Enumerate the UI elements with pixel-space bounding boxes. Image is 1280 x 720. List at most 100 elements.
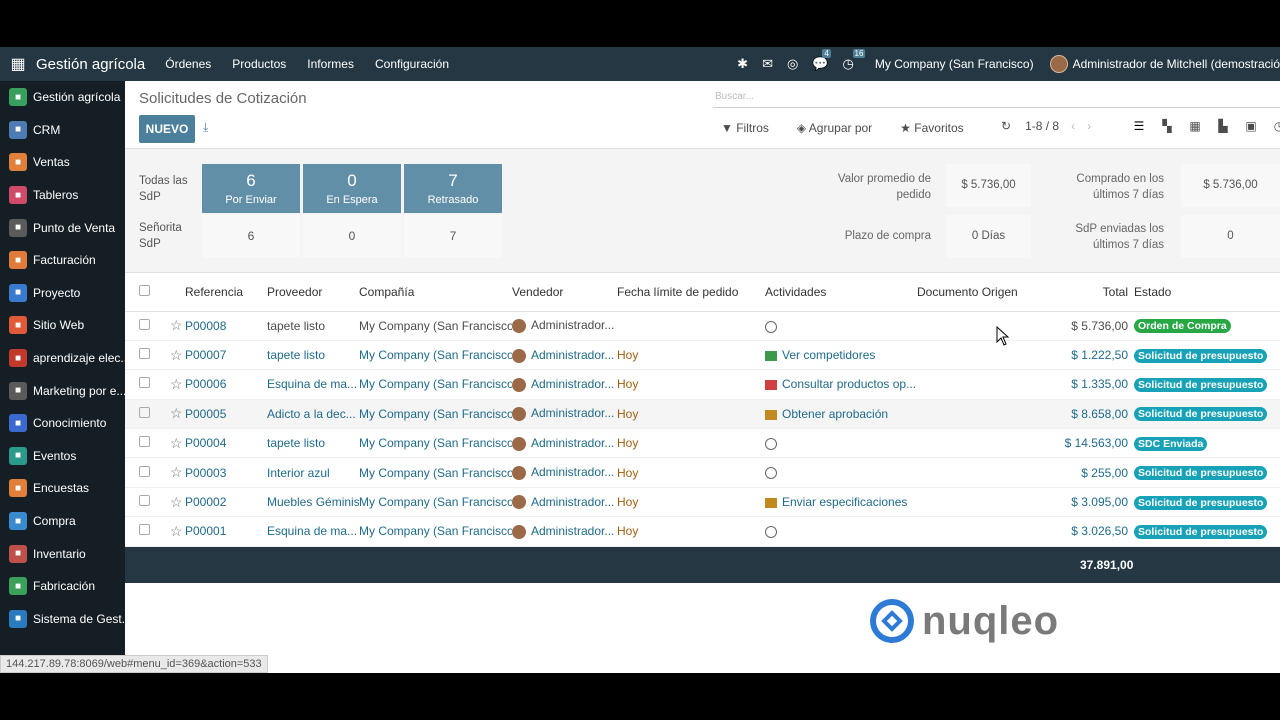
- sidebar-item[interactable]: ■ Proyecto: [0, 277, 125, 310]
- col-reference[interactable]: Referencia: [185, 273, 267, 312]
- activity-type-icon[interactable]: [765, 409, 777, 420]
- activity-clock-icon[interactable]: [765, 320, 777, 333]
- my-to-send[interactable]: 6: [202, 215, 300, 258]
- sidebar-item[interactable]: ■ Compra: [0, 505, 125, 538]
- col-order-deadline[interactable]: Fecha límite de pedido: [617, 273, 765, 312]
- favorite-star-icon[interactable]: ☆: [170, 311, 185, 341]
- sidebar-item[interactable]: ■ Fabricación: [0, 570, 125, 603]
- row-checkbox[interactable]: [125, 457, 170, 488]
- favorite-star-icon[interactable]: ☆: [170, 487, 185, 518]
- table-row[interactable]: ☆ P00004 tapete listo My Company (San Franc…: [125, 428, 1280, 459]
- menu-products[interactable]: Productos: [232, 57, 286, 71]
- user-menu[interactable]: Administrador de Mitchell (demostració: [1049, 55, 1280, 73]
- favorite-star-icon[interactable]: ☆: [170, 457, 185, 488]
- favorite-star-icon[interactable]: ☆: [170, 516, 185, 547]
- pivot-view-icon[interactable]: ▦: [1181, 119, 1209, 133]
- row-checkbox[interactable]: [125, 516, 170, 547]
- tile-late[interactable]: 7 Retrasado: [404, 164, 502, 213]
- sidebar-item[interactable]: ■ Sistema de Gest...: [0, 603, 125, 636]
- menu-configuration[interactable]: Configuración: [375, 57, 449, 71]
- col-source-document[interactable]: Documento Origen: [917, 273, 1062, 312]
- sidebar-item[interactable]: ■ Facturación: [0, 244, 125, 277]
- activity-summary[interactable]: Enviar especificaciones: [782, 495, 907, 509]
- favorite-star-icon[interactable]: ☆: [170, 399, 185, 430]
- cell-activity: Consultar productos op...: [765, 369, 917, 400]
- filters-button[interactable]: ▼ Filtros: [721, 121, 783, 135]
- sidebar-item[interactable]: ■ Gestión agrícola: [0, 81, 125, 114]
- menu-reports[interactable]: Informes: [307, 57, 354, 71]
- sidebar-item[interactable]: ■ Tableros: [0, 179, 125, 212]
- pager-value[interactable]: 1-8 / 8: [1025, 119, 1059, 133]
- company-switcher[interactable]: My Company (San Francisco): [875, 57, 1034, 71]
- activity-type-icon[interactable]: [765, 380, 777, 391]
- activity-summary[interactable]: Obtener aprobación: [782, 407, 888, 421]
- sidebar-item[interactable]: ■ Inventario: [0, 537, 125, 570]
- mail-icon[interactable]: ✉: [762, 56, 773, 72]
- col-status[interactable]: Estado: [1134, 273, 1280, 312]
- cell-source-document: [917, 340, 1062, 371]
- sidebar-item[interactable]: ■ Eventos: [0, 440, 125, 473]
- table-row[interactable]: ☆ P00006 Esquina de ma... My Company (San F…: [125, 369, 1280, 400]
- table-row[interactable]: ☆ P00001 Esquina de ma... My Company (San F…: [125, 516, 1280, 547]
- activity-clock-icon[interactable]: [765, 438, 777, 451]
- calendar-view-icon[interactable]: ▣: [1237, 119, 1265, 133]
- pager-next-icon[interactable]: ›: [1087, 119, 1091, 133]
- sidebar-item[interactable]: ■ Sitio Web: [0, 309, 125, 342]
- tile-to-send[interactable]: 6 Por Enviar: [202, 164, 300, 213]
- row-checkbox[interactable]: [125, 311, 170, 341]
- table-row[interactable]: ☆ P00008 tapete listo My Company (San Franc…: [125, 311, 1280, 341]
- col-total[interactable]: Total: [1062, 273, 1134, 312]
- favorite-star-icon[interactable]: ☆: [170, 369, 185, 400]
- select-all-checkbox[interactable]: [125, 273, 170, 312]
- activity-view-icon[interactable]: ◷: [1265, 119, 1280, 133]
- table-row[interactable]: ☆ P00002 Muebles Géminis My Company (San Fr…: [125, 487, 1280, 518]
- activity-summary[interactable]: Consultar productos op...: [782, 377, 916, 391]
- activity-summary[interactable]: Ver competidores: [782, 348, 875, 362]
- bug-icon[interactable]: ✱: [737, 56, 748, 72]
- activity-clock-icon[interactable]: ◷ 16: [843, 49, 866, 72]
- app-title[interactable]: Gestión agrícola: [36, 56, 145, 73]
- search-input[interactable]: Buscar...: [713, 88, 1280, 108]
- favorite-star-icon[interactable]: ☆: [170, 340, 185, 371]
- activity-type-icon[interactable]: [765, 350, 777, 361]
- activity-clock-icon[interactable]: [765, 526, 777, 539]
- table-row[interactable]: ☆ P00003 Interior azul My Company (San Fran…: [125, 457, 1280, 488]
- row-checkbox[interactable]: [125, 487, 170, 518]
- row-checkbox[interactable]: [125, 340, 170, 371]
- kanban-view-icon[interactable]: ▚: [1153, 119, 1181, 133]
- list-view-icon[interactable]: ☰: [1125, 119, 1153, 133]
- row-checkbox[interactable]: [125, 369, 170, 400]
- sidebar-item[interactable]: ■ CRM: [0, 114, 125, 147]
- graph-view-icon[interactable]: ▙: [1209, 119, 1237, 133]
- col-purchase-rep[interactable]: Vendedor: [512, 273, 617, 312]
- download-icon[interactable]: ⤓: [203, 120, 208, 135]
- tile-waiting[interactable]: 0 En Espera: [303, 164, 401, 213]
- apps-menu-icon[interactable]: ▦: [0, 54, 36, 74]
- whatsapp-icon[interactable]: ◎: [787, 56, 798, 72]
- chat-icon[interactable]: 💬 4: [812, 49, 831, 72]
- favorite-star-icon[interactable]: ☆: [170, 428, 185, 459]
- sidebar-item[interactable]: ■ Encuestas: [0, 472, 125, 505]
- sidebar-item[interactable]: ■ Ventas: [0, 146, 125, 179]
- activity-type-icon[interactable]: [765, 497, 777, 508]
- sidebar-item[interactable]: ■ Conocimiento: [0, 407, 125, 440]
- refresh-icon[interactable]: ↻: [1001, 119, 1011, 133]
- favorites-button[interactable]: ★ Favoritos: [900, 121, 977, 135]
- sidebar-item[interactable]: ■ aprendizaje elec...: [0, 342, 125, 375]
- pager-prev-icon[interactable]: ‹: [1071, 119, 1075, 133]
- row-checkbox[interactable]: [125, 428, 170, 459]
- activity-clock-icon[interactable]: [765, 467, 777, 480]
- col-vendor[interactable]: Proveedor: [267, 273, 359, 312]
- my-waiting[interactable]: 0: [303, 215, 401, 258]
- sidebar-item[interactable]: ■ Marketing por e...: [0, 374, 125, 407]
- menu-orders[interactable]: Órdenes: [165, 57, 211, 71]
- row-checkbox[interactable]: [125, 399, 170, 430]
- table-row[interactable]: ☆ P00005 Adicto a la dec... My Company (San…: [125, 399, 1280, 430]
- col-activities[interactable]: Actividades: [765, 273, 917, 312]
- sidebar-item[interactable]: ■ Punto de Venta: [0, 211, 125, 244]
- new-button[interactable]: NUEVO: [139, 115, 195, 143]
- col-company[interactable]: Compañía: [359, 273, 512, 312]
- table-row[interactable]: ☆ P00007 tapete listo My Company (San Franc…: [125, 340, 1280, 371]
- my-late[interactable]: 7: [404, 215, 502, 258]
- group-by-button[interactable]: ◈ Agrupar por: [797, 121, 886, 135]
